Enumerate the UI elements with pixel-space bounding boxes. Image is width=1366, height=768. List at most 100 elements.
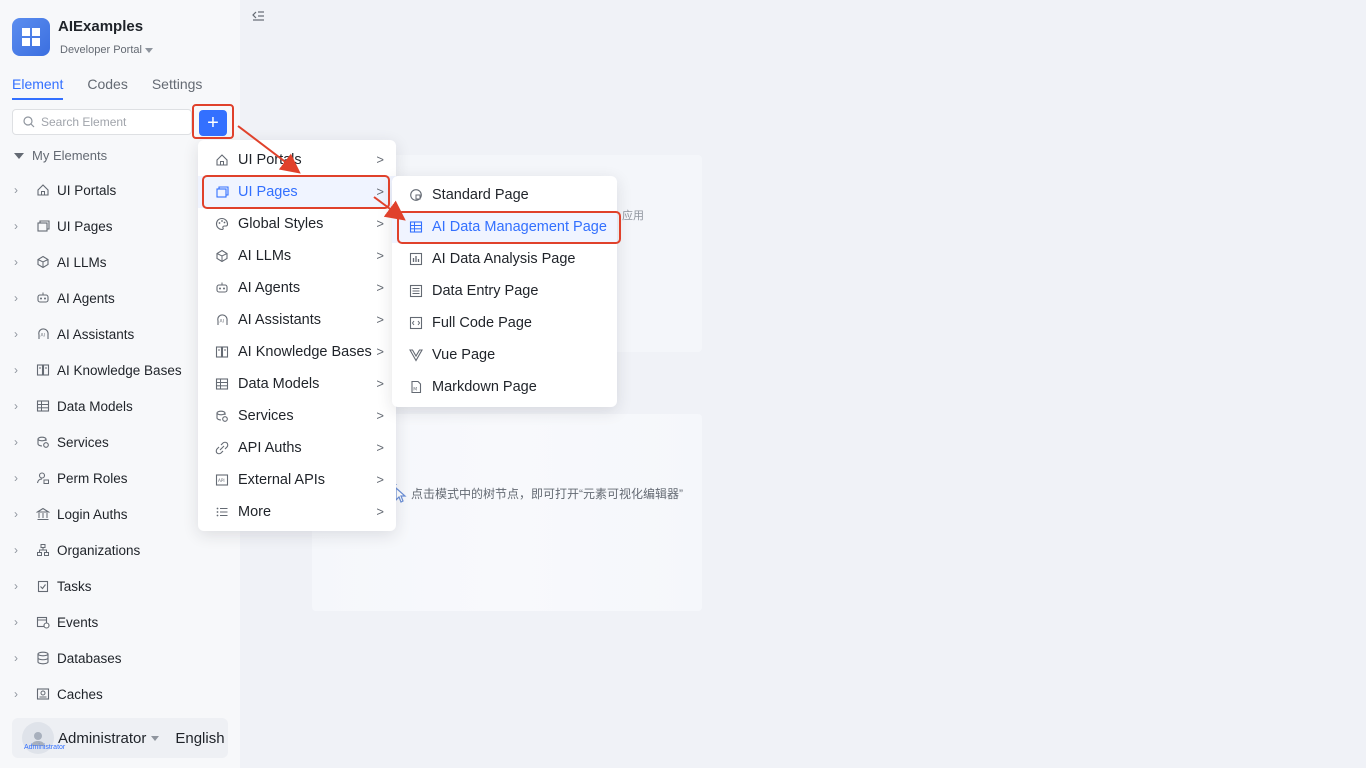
tree-item-label: UI Pages bbox=[57, 218, 113, 234]
guide-card-1-text: 应用 bbox=[622, 210, 644, 222]
standard-page-icon bbox=[408, 187, 424, 203]
book-icon bbox=[214, 344, 230, 360]
search-icon bbox=[23, 116, 35, 128]
tree-item-databases[interactable]: › Databases bbox=[0, 640, 240, 676]
chevron-right-icon[interactable]: › bbox=[14, 255, 28, 269]
chevron-right-icon[interactable]: › bbox=[14, 471, 28, 485]
avatar-label: Administrator bbox=[24, 744, 66, 751]
submenu-item-vue-page[interactable]: Vue Page bbox=[392, 339, 617, 371]
menu-item-external-apis[interactable]: API External APIs > bbox=[198, 464, 396, 496]
chevron-right-icon[interactable]: › bbox=[14, 579, 28, 593]
menu-item-ui-portals[interactable]: UI Portals > bbox=[198, 144, 396, 176]
tab-settings[interactable]: Settings bbox=[152, 76, 203, 100]
form-icon bbox=[408, 283, 424, 299]
chevron-right-icon: > bbox=[376, 408, 384, 423]
svg-text:AI: AI bbox=[220, 319, 224, 325]
app-logo[interactable] bbox=[12, 18, 50, 56]
menu-item-more[interactable]: More > bbox=[198, 496, 396, 528]
submenu-item-full-code-page[interactable]: Full Code Page bbox=[392, 307, 617, 339]
tree-item-label: Events bbox=[57, 614, 99, 630]
chevron-right-icon[interactable]: › bbox=[14, 687, 28, 701]
tree-item-label: AI Assistants bbox=[57, 326, 135, 342]
chevron-right-icon: > bbox=[376, 344, 384, 359]
tree-item-caches[interactable]: › Caches bbox=[0, 676, 240, 712]
search-input[interactable] bbox=[41, 115, 181, 129]
submenu-item-label: Standard Page bbox=[432, 187, 529, 203]
book-icon bbox=[36, 363, 50, 377]
cube-icon bbox=[36, 255, 50, 269]
tab-element[interactable]: Element bbox=[12, 76, 64, 100]
chevron-right-icon: > bbox=[376, 472, 384, 487]
palette-icon bbox=[214, 216, 230, 232]
cache-icon bbox=[36, 687, 50, 701]
menu-item-label: Services bbox=[238, 408, 294, 424]
chevron-right-icon[interactable]: › bbox=[14, 435, 28, 449]
org-icon bbox=[36, 543, 50, 557]
tree-item-label: Perm Roles bbox=[57, 470, 128, 486]
chevron-right-icon[interactable]: › bbox=[14, 399, 28, 413]
home-icon bbox=[36, 183, 50, 197]
chevron-right-icon: > bbox=[376, 504, 384, 519]
chevron-right-icon[interactable]: › bbox=[14, 615, 28, 629]
role-icon bbox=[36, 471, 50, 485]
menu-item-api-auths[interactable]: API Auths > bbox=[198, 432, 396, 464]
submenu-item-ai-data-analysis-page[interactable]: AI Data Analysis Page bbox=[392, 243, 617, 275]
tree-item-events[interactable]: › Events bbox=[0, 604, 240, 640]
portal-name: Developer Portal bbox=[60, 44, 142, 56]
chevron-right-icon[interactable]: › bbox=[14, 651, 28, 665]
tree-item-label: Data Models bbox=[57, 398, 133, 414]
chevron-right-icon: > bbox=[376, 376, 384, 391]
robot-icon bbox=[36, 291, 50, 305]
menu-item-ai-assistants[interactable]: AI AI Assistants > bbox=[198, 304, 396, 336]
chevron-right-icon[interactable]: › bbox=[14, 543, 28, 557]
portal-switcher[interactable]: Developer Portal bbox=[60, 44, 153, 56]
caret-down-icon bbox=[144, 47, 153, 53]
tree-item-tasks[interactable]: › Tasks bbox=[0, 568, 240, 604]
language-switch[interactable]: English bbox=[175, 730, 224, 747]
menu-item-label: More bbox=[238, 504, 272, 520]
chevron-right-icon: > bbox=[376, 216, 384, 231]
submenu-item-label: Markdown Page bbox=[432, 379, 537, 395]
submenu-item-data-entry-page[interactable]: Data Entry Page bbox=[392, 275, 617, 307]
menu-item-services[interactable]: Services > bbox=[198, 400, 396, 432]
menu-item-ai-agents[interactable]: AI Agents > bbox=[198, 272, 396, 304]
services-icon bbox=[214, 408, 230, 424]
my-elements-label: My Elements bbox=[32, 148, 108, 163]
menu-item-ai-llms[interactable]: AI LLMs > bbox=[198, 240, 396, 272]
list-icon bbox=[214, 504, 230, 520]
guide-card-2-text: 点击模式中的树节点，即可打开“元素可视化编辑器” bbox=[411, 487, 683, 501]
menu-item-label: AI Assistants bbox=[238, 312, 322, 328]
home-icon bbox=[214, 152, 230, 168]
menu-item-ai-knowledge-bases[interactable]: AI Knowledge Bases > bbox=[198, 336, 396, 368]
windows-icon bbox=[22, 28, 40, 46]
collapse-sidebar-icon[interactable] bbox=[251, 9, 265, 23]
bank-icon bbox=[36, 507, 50, 521]
vue-icon bbox=[408, 347, 424, 363]
chevron-right-icon[interactable]: › bbox=[14, 363, 28, 377]
chevron-right-icon[interactable]: › bbox=[14, 219, 28, 233]
tree-item-organizations[interactable]: › Organizations bbox=[0, 532, 240, 568]
chevron-right-icon[interactable]: › bbox=[14, 291, 28, 305]
tree-item-label: Login Auths bbox=[57, 506, 128, 522]
my-elements-header[interactable]: My Elements bbox=[14, 148, 107, 163]
tree-item-label: Databases bbox=[57, 650, 122, 666]
code-icon bbox=[408, 315, 424, 331]
submenu-item-label: Data Entry Page bbox=[432, 283, 539, 299]
chevron-right-icon[interactable]: › bbox=[14, 327, 28, 341]
menu-item-label: Global Styles bbox=[238, 216, 324, 232]
menu-item-global-styles[interactable]: Global Styles > bbox=[198, 208, 396, 240]
chevron-right-icon: > bbox=[376, 312, 384, 327]
annotation-box-add-button bbox=[192, 104, 234, 139]
chevron-right-icon[interactable]: › bbox=[14, 183, 28, 197]
submenu-item-standard-page[interactable]: Standard Page bbox=[392, 179, 617, 211]
annotation-box-ai-data-management bbox=[397, 211, 621, 244]
tree-item-label: Caches bbox=[57, 686, 103, 702]
ai-head-icon: AI bbox=[214, 312, 230, 328]
menu-item-label: AI LLMs bbox=[238, 248, 292, 264]
chevron-right-icon[interactable]: › bbox=[14, 507, 28, 521]
tree-item-label: AI LLMs bbox=[57, 254, 107, 270]
submenu-item-markdown-page[interactable]: M Markdown Page bbox=[392, 371, 617, 403]
tab-codes[interactable]: Codes bbox=[87, 76, 127, 100]
menu-item-data-models[interactable]: Data Models > bbox=[198, 368, 396, 400]
user-menu[interactable]: Administrator bbox=[58, 730, 160, 747]
